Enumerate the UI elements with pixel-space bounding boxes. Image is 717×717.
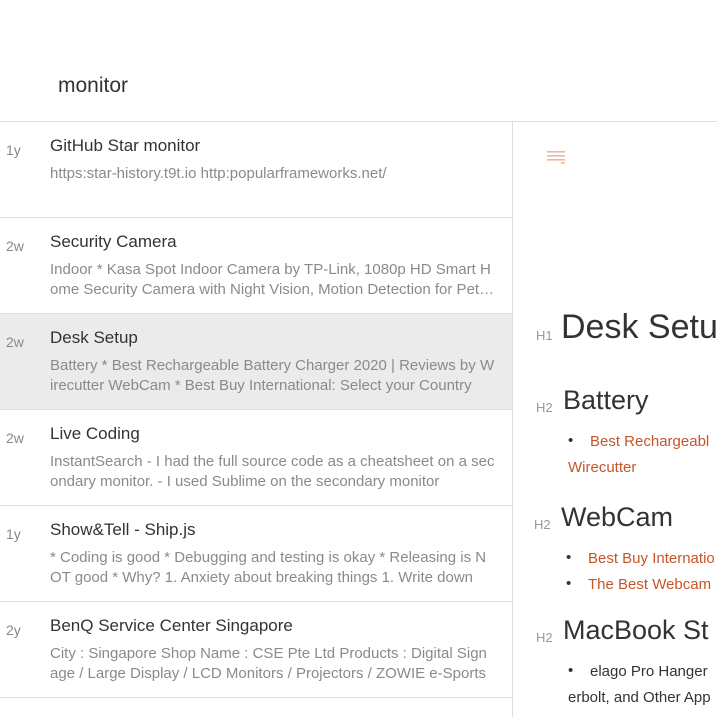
note-item[interactable]: 2w Security Camera Indoor * Kasa Spot In… <box>0 218 512 314</box>
note-title: Show&Tell - Ship.js <box>50 520 196 539</box>
link-best-buy[interactable]: Best Buy Internatio <box>588 550 715 567</box>
list-item-text: erbolt, and Other App <box>568 689 711 706</box>
note-item[interactable]: 1y Show&Tell - Ship.js * Coding is good … <box>0 506 512 602</box>
note-age: 2w <box>6 430 24 446</box>
note-age: 2y <box>6 622 21 638</box>
note-age: 1y <box>6 142 21 158</box>
note-item[interactable]: 2y BenQ Service Center Singapore City : … <box>0 602 512 698</box>
bullet-icon: • <box>568 662 574 679</box>
note-heading-title: Desk Setu <box>561 308 717 346</box>
note-preview: Indoor * Kasa Spot Indoor Camera by TP-L… <box>50 261 491 298</box>
note-preview: City : Singapore Shop Name : CSE Pte Ltd… <box>50 645 487 682</box>
heading-level-marker: H1 <box>536 328 553 343</box>
heading-level-marker: H2 <box>534 517 551 532</box>
note-title: Desk Setup <box>50 328 138 347</box>
note-editor[interactable]: H1 Desk Setu H2 Battery • Best Rechargea… <box>513 122 717 717</box>
section-heading-battery: Battery <box>563 385 649 415</box>
note-preview: Battery * Best Rechargeable Battery Char… <box>50 357 495 394</box>
search-bar: monitor <box>0 0 717 122</box>
bullet-icon: • <box>566 575 572 592</box>
note-list: 1y GitHub Star monitor https:star-histor… <box>0 122 513 717</box>
bullet-icon: • <box>568 432 574 449</box>
note-preview: https:star-history.t9t.io http:popularfr… <box>50 165 387 182</box>
note-preview: * Coding is good * Debugging and testing… <box>50 549 487 586</box>
section-heading-webcam: WebCam <box>561 502 674 532</box>
note-title: Security Camera <box>50 232 177 251</box>
note-age: 2w <box>6 238 24 254</box>
list-item-text: elago Pro Hanger <box>590 663 708 680</box>
link-battery-charger[interactable]: Best Rechargeabl <box>590 433 709 450</box>
note-age: 1y <box>6 526 21 542</box>
heading-level-marker: H2 <box>536 400 553 415</box>
note-title: BenQ Service Center Singapore <box>50 616 293 635</box>
note-preview: InstantSearch - I had the full source co… <box>50 453 495 490</box>
search-input[interactable]: monitor <box>58 74 128 98</box>
note-age: 2w <box>6 334 24 350</box>
note-item-selected[interactable]: 2w Desk Setup Battery * Best Rechargeabl… <box>0 314 512 410</box>
note-item[interactable]: 2w Live Coding InstantSearch - I had the… <box>0 410 512 506</box>
note-title: GitHub Star monitor <box>50 136 201 155</box>
bullet-icon: • <box>566 549 572 566</box>
heading-level-marker: H2 <box>536 630 553 645</box>
section-heading-macbook: MacBook St <box>563 615 709 645</box>
note-title: Live Coding <box>50 424 140 443</box>
link-best-webcam[interactable]: The Best Webcam <box>588 576 711 593</box>
note-item[interactable]: 1y GitHub Star monitor https:star-histor… <box>0 122 512 218</box>
table-of-contents-icon[interactable] <box>547 150 565 164</box>
link-battery-charger-cont[interactable]: Wirecutter <box>568 459 636 476</box>
